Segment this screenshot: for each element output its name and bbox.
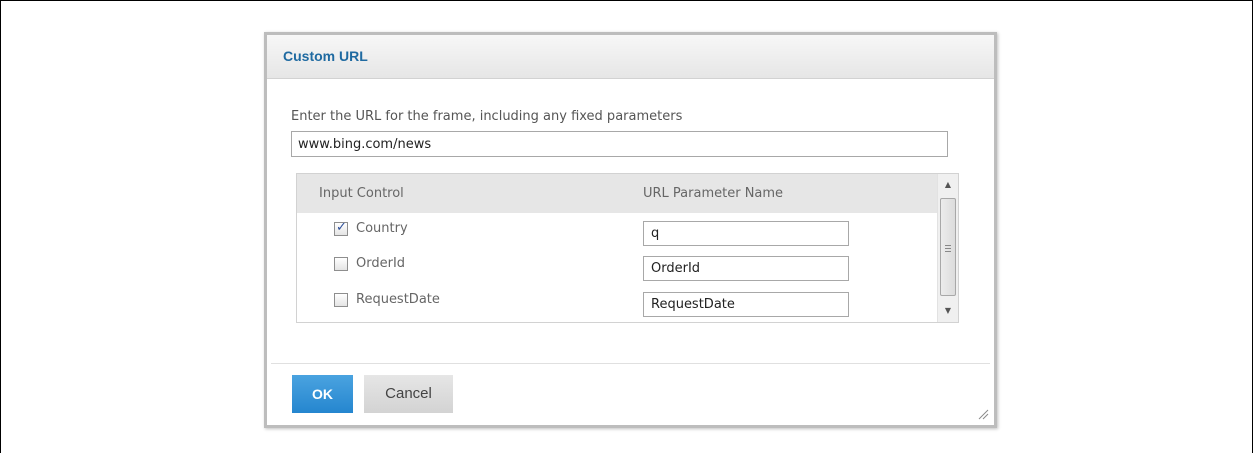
orderid-checkbox[interactable]	[334, 257, 348, 271]
grid-scrollbar[interactable]: ▲ ▼	[937, 174, 958, 322]
row-label-requestdate: RequestDate	[356, 292, 440, 307]
param-input-requestdate[interactable]	[643, 292, 849, 317]
grid-row: OrderId	[297, 249, 937, 285]
country-checkbox[interactable]	[334, 220, 348, 236]
grid-header: Input Control URL Parameter Name	[297, 174, 937, 213]
grid-row: RequestDate	[297, 285, 937, 321]
scroll-up-icon[interactable]: ▲	[938, 176, 958, 194]
column-header-input-control: Input Control	[319, 186, 404, 201]
url-input[interactable]	[291, 131, 948, 157]
url-label: Enter the URL for the frame, including a…	[291, 109, 683, 124]
requestdate-checkbox[interactable]	[334, 293, 348, 307]
grip-line	[945, 245, 951, 246]
grip-line	[945, 251, 951, 252]
footer-divider	[271, 363, 990, 364]
cancel-button[interactable]: Cancel	[364, 375, 453, 413]
parameter-grid: Input Control URL Parameter Name Country…	[296, 173, 959, 323]
scroll-down-icon[interactable]: ▼	[938, 302, 958, 320]
ok-button[interactable]: OK	[292, 375, 353, 413]
row-label-orderid: OrderId	[356, 256, 406, 271]
custom-url-dialog: Custom URL Enter the URL for the frame, …	[264, 32, 997, 428]
column-header-url-parameter: URL Parameter Name	[643, 186, 784, 201]
dialog-title: Custom URL	[283, 48, 368, 64]
param-input-country[interactable]	[643, 221, 849, 246]
dialog-header[interactable]: Custom URL	[267, 35, 994, 79]
resize-grip-icon[interactable]	[977, 408, 989, 420]
param-input-orderid[interactable]	[643, 256, 849, 281]
row-label-country: Country	[356, 221, 408, 236]
grid-row: Country	[297, 213, 937, 249]
grip-line	[945, 248, 951, 249]
scroll-thumb[interactable]	[940, 198, 956, 296]
